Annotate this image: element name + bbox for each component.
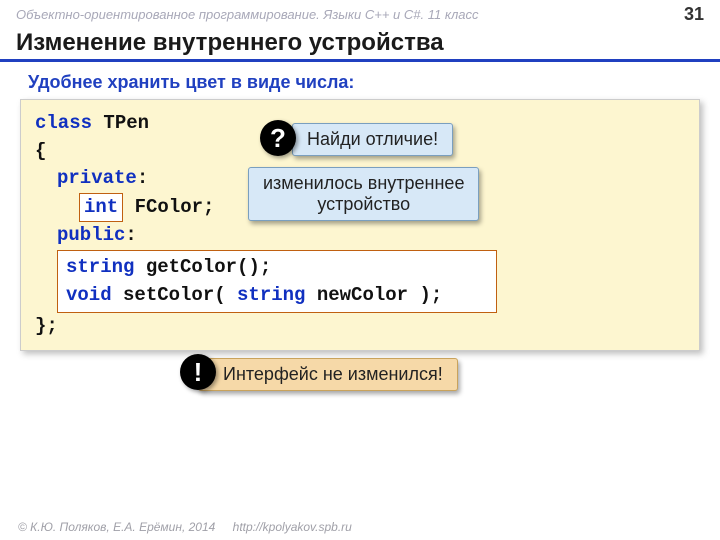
class-name: TPen — [103, 112, 149, 134]
ret-string: string — [66, 256, 134, 278]
kw-private: private — [57, 167, 137, 189]
iface-callout-wrap: ! Интерфейс не изменился! — [198, 358, 498, 391]
copyright: © К.Ю. Поляков, Е.А. Ерёмин, 2014 — [18, 520, 215, 534]
param-string: string — [237, 284, 305, 306]
subtitle: Удобнее хранить цвет в виде числа: — [0, 62, 720, 99]
brace-close: }; — [35, 313, 685, 341]
page-title: Изменение внутреннего устройства — [0, 27, 720, 62]
page-number: 31 — [684, 4, 704, 25]
footer: © К.Ю. Поляков, Е.А. Ерёмин, 2014 http:/… — [18, 520, 352, 534]
iface-unchanged-callout: Интерфейс не изменился! — [198, 358, 458, 391]
kw-public: public — [57, 224, 125, 246]
kw-class: class — [35, 112, 92, 134]
method-getcolor: getColor(); — [134, 256, 271, 278]
header-bar: Объектно-ориентированное программировани… — [0, 0, 720, 27]
changed-internals-callout: изменилось внутреннее устройство — [248, 167, 479, 221]
method-setcolor-rest: newColor ); — [305, 284, 442, 306]
int-type-box: int — [79, 193, 123, 223]
method-setcolor-name: setColor( — [112, 284, 237, 306]
ret-void: void — [66, 284, 112, 306]
exclaim-badge: ! — [180, 354, 216, 390]
find-difference-callout: Найди отличие! — [292, 123, 453, 156]
methods-box: string getColor(); void setColor( string… — [57, 250, 497, 313]
footer-url[interactable]: http://kpolyakov.spb.ru — [233, 520, 352, 534]
field-fcolor: FColor; — [123, 196, 214, 218]
question-badge: ? — [260, 120, 296, 156]
course-label: Объектно-ориентированное программировани… — [16, 7, 479, 22]
